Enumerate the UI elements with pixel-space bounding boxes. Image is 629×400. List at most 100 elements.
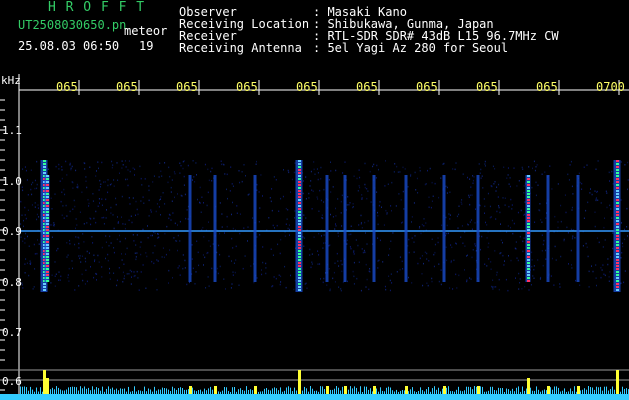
counter-tick (202, 391, 203, 394)
noise-speck (198, 264, 200, 267)
counter-tick (320, 386, 321, 394)
noise-speck (421, 255, 423, 257)
noise-speck (211, 167, 213, 170)
echo-pixel (616, 277, 619, 279)
noise-speck (262, 246, 264, 248)
noise-speck (232, 247, 234, 249)
noise-speck (164, 232, 166, 235)
noise-speck (341, 263, 343, 266)
noise-speck (468, 196, 470, 198)
noise-speck (21, 214, 23, 216)
noise-speck (622, 245, 624, 248)
noise-speck (344, 161, 346, 163)
counter-tick (304, 386, 305, 394)
noise-speck (451, 246, 453, 249)
noise-speck (54, 261, 56, 263)
noise-speck (401, 260, 403, 263)
noise-speck (534, 221, 536, 223)
noise-speck (428, 196, 430, 198)
noise-speck (182, 167, 184, 170)
noise-speck (24, 272, 26, 274)
noise-speck (508, 183, 510, 185)
noise-speck (65, 160, 67, 163)
counter-tick (604, 386, 605, 394)
noise-speck (121, 167, 123, 169)
counter-tick (580, 390, 581, 394)
noise-speck (594, 190, 596, 192)
noise-speck (519, 282, 521, 284)
counter-tick (226, 387, 227, 394)
noise-speck (97, 205, 99, 207)
noise-speck (365, 286, 367, 288)
noise-speck (75, 218, 77, 220)
counter-tick (40, 387, 41, 394)
counter-tick (392, 390, 393, 394)
noise-speck (335, 215, 337, 217)
echo-pixel (46, 202, 49, 204)
noise-speck (606, 192, 608, 194)
echo-pixel (527, 256, 530, 258)
counter-tick (66, 389, 67, 394)
noise-speck (499, 211, 501, 214)
noise-speck (25, 258, 27, 260)
counter-tick (198, 390, 199, 394)
noise-speck (332, 277, 334, 280)
noise-speck (402, 221, 404, 223)
noise-speck (152, 252, 154, 254)
counter-tick (536, 386, 537, 394)
noise-speck (490, 268, 492, 270)
noise-speck (119, 240, 121, 243)
counter-tick (172, 386, 173, 394)
noise-speck (55, 165, 57, 168)
counter-tick (70, 387, 71, 394)
noise-speck (179, 162, 181, 164)
counter-tick (550, 387, 551, 394)
counter-tick (208, 388, 209, 394)
counter-tick (356, 387, 357, 394)
noise-speck (113, 272, 115, 274)
noise-speck (75, 227, 76, 230)
noise-speck (595, 277, 597, 279)
counter-tick (98, 388, 99, 394)
noise-speck (256, 183, 258, 186)
noise-speck (112, 214, 114, 216)
counter-tick (322, 386, 323, 394)
echo-pixel (616, 202, 619, 204)
noise-speck (168, 166, 170, 169)
echo-pixel (616, 205, 619, 207)
noise-speck (487, 246, 489, 248)
echo-pixel (616, 235, 619, 237)
noise-speck (627, 161, 629, 164)
noise-speck (160, 198, 161, 200)
noise-speck (515, 277, 516, 279)
echo-pixel (527, 220, 530, 222)
noise-speck (399, 256, 401, 258)
noise-speck (179, 172, 181, 174)
counter-tick (204, 388, 205, 394)
noise-speck (243, 164, 245, 166)
echo-pixel (527, 175, 530, 177)
noise-speck (484, 205, 486, 208)
noise-speck (171, 179, 173, 181)
echo-pixel (46, 262, 49, 264)
noise-speck (84, 283, 86, 285)
noise-speck (303, 214, 305, 216)
noise-speck (135, 256, 137, 258)
noise-speck (279, 283, 281, 286)
noise-speck (504, 197, 506, 199)
noise-speck (34, 179, 36, 182)
noise-speck (530, 284, 532, 286)
noise-speck (47, 168, 49, 170)
noise-speck (559, 283, 561, 285)
noise-speck (390, 273, 392, 275)
counter-tick (288, 386, 289, 394)
noise-speck (27, 235, 28, 238)
noise-speck (337, 235, 339, 237)
echo-pixel (298, 229, 301, 231)
counter-tick (596, 386, 597, 394)
noise-speck (91, 236, 93, 238)
noise-speck (433, 253, 435, 256)
noise-speck (22, 168, 24, 170)
noise-speck (303, 245, 305, 247)
noise-speck (161, 256, 163, 258)
